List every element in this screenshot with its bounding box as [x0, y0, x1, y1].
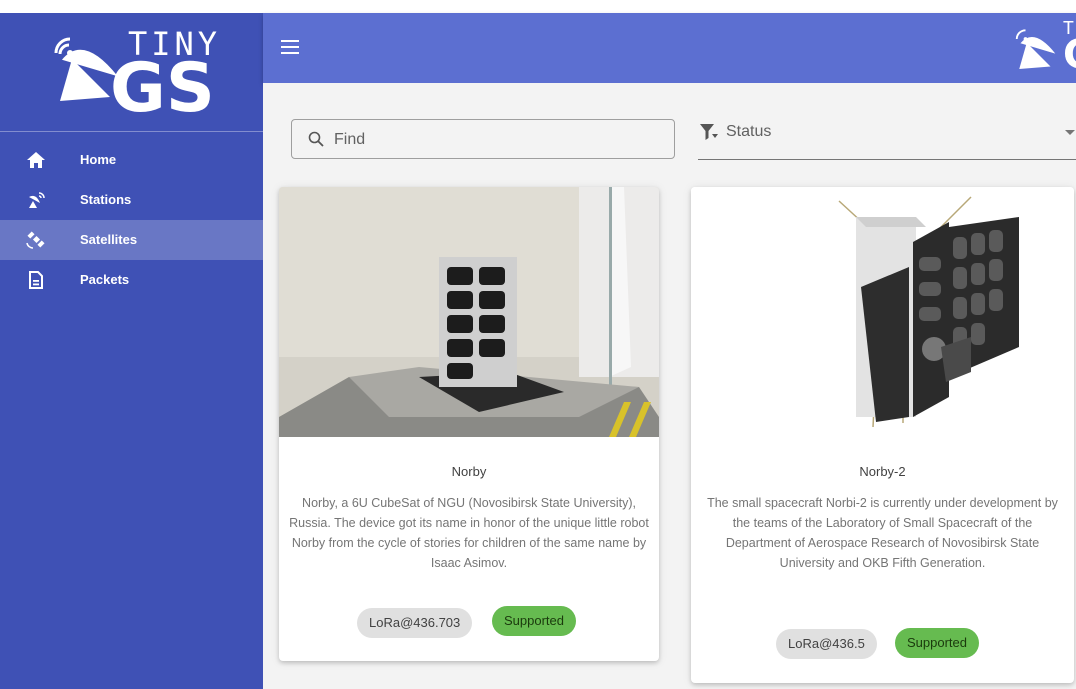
- status-badge: Supported: [492, 606, 576, 636]
- card-title: Norby: [451, 464, 487, 479]
- status-badge: Supported: [895, 628, 979, 658]
- sidebar-item-label: Packets: [80, 272, 130, 287]
- sidebar: TINY GS Home Stations Satellites Packets: [0, 13, 263, 689]
- sidebar-item-satellites[interactable]: Satellites: [0, 220, 263, 260]
- satellite-icon: [26, 231, 45, 249]
- card-title: Norby-2: [859, 464, 906, 479]
- search-input[interactable]: [332, 126, 666, 154]
- satellite-card-norby[interactable]: Norby Norby, a 6U CubeSat of NGU (Novosi…: [279, 187, 659, 661]
- satellite-photo: [279, 187, 659, 437]
- header-logo-gs-text: G: [1063, 32, 1076, 78]
- sidebar-item-packets[interactable]: Packets: [0, 260, 263, 300]
- card-description: Norby, a 6U CubeSat of NGU (Novosibirsk …: [289, 496, 649, 570]
- satellite-card-norby-2[interactable]: Norby-2 The small spacecraft Norbi-2 is …: [691, 187, 1074, 683]
- card-description: The small spacecraft Norbi-2 is currentl…: [707, 496, 1058, 570]
- search-box[interactable]: [291, 119, 675, 159]
- sidebar-item-label: Satellites: [80, 232, 138, 247]
- filter-icon: [700, 124, 718, 140]
- sidebar-item-home[interactable]: Home: [0, 140, 263, 180]
- status-filter-label: Status: [726, 123, 772, 140]
- app-logo[interactable]: TINY GS: [0, 13, 263, 132]
- document-icon: [29, 271, 43, 289]
- main-content: Status Norby Norby, a 6U CubeSa: [263, 83, 1076, 689]
- satellite-dish-logo-icon: [1015, 29, 1056, 69]
- antenna-icon: [29, 192, 45, 208]
- header-logo[interactable]: T G: [1013, 20, 1076, 80]
- menu-icon[interactable]: [281, 40, 299, 54]
- chevron-down-icon: [1065, 130, 1075, 135]
- home-icon: [27, 152, 45, 168]
- top-app-bar: T G: [263, 13, 1076, 83]
- logo-gs-text: GS: [110, 49, 215, 128]
- frequency-chip: LoRa@436.5: [776, 629, 877, 659]
- frequency-chip: LoRa@436.703: [357, 608, 473, 638]
- satellite-render: [691, 187, 1074, 437]
- sidebar-nav: Home Stations Satellites Packets: [0, 140, 263, 300]
- status-filter-select[interactable]: Status: [698, 119, 1076, 160]
- search-icon: [308, 131, 324, 147]
- sidebar-item-label: Home: [80, 152, 117, 167]
- sidebar-item-stations[interactable]: Stations: [0, 180, 263, 220]
- sidebar-item-label: Stations: [80, 192, 132, 207]
